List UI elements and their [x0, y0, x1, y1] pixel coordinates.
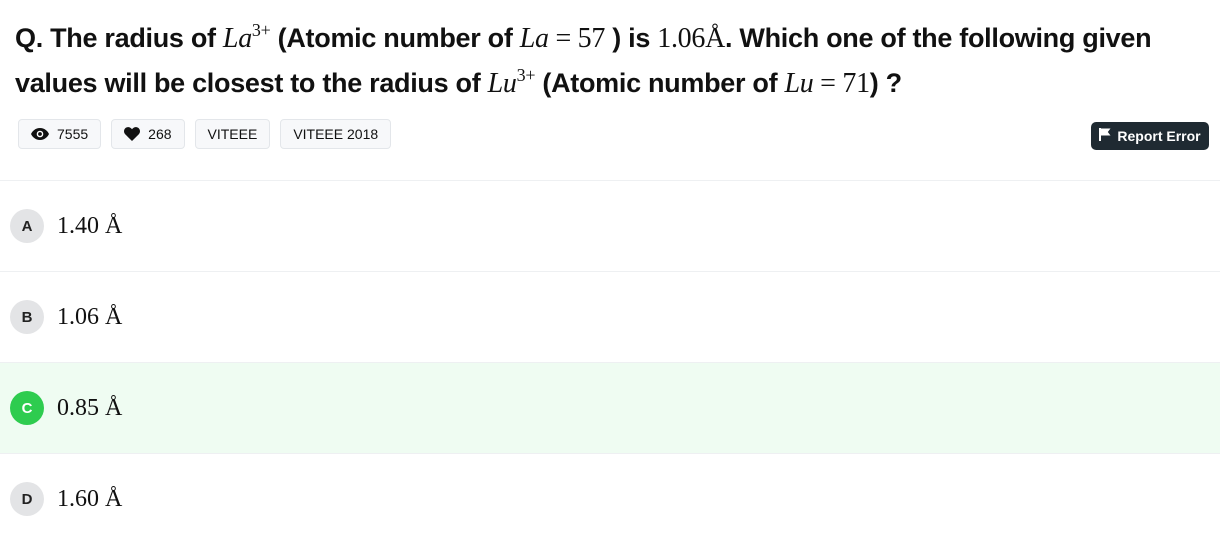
tag-chip[interactable]: VITEEE 2018 — [280, 119, 392, 149]
tag-chip[interactable]: VITEEE — [194, 119, 271, 149]
option-letter: D — [10, 482, 44, 516]
views-count: 7555 — [57, 126, 89, 142]
option-a[interactable]: A 1.40 Å — [0, 181, 1220, 271]
option-letter: C — [10, 391, 44, 425]
option-b[interactable]: B 1.06 Å — [0, 272, 1220, 362]
option-text: 1.06 Å — [57, 303, 123, 330]
question-text: Q. The radius of La3+ (Atomic number of … — [15, 20, 1152, 99]
option-text: 0.85 Å — [57, 394, 123, 421]
views-chip: 7555 — [18, 119, 102, 149]
likes-chip[interactable]: 268 — [111, 119, 185, 149]
option-text: 1.40 Å — [57, 212, 123, 239]
math-radius-value: 1.06Å — [657, 23, 726, 54]
option-letter: A — [10, 209, 44, 243]
math-ion-lu: Lu3+ — [487, 65, 536, 99]
report-error-label: Report Error — [1117, 128, 1201, 144]
math-ion-la: La3+ — [222, 20, 271, 54]
flag-icon — [1099, 128, 1111, 144]
option-letter: B — [10, 300, 44, 334]
likes-count: 268 — [148, 126, 172, 142]
heart-icon — [124, 127, 141, 141]
eye-icon — [31, 128, 49, 140]
question-meta: 7555 268 VITEEE VITEEE 2018 — [18, 119, 392, 149]
math-la-atomic-number: La = 57 — [519, 23, 606, 54]
option-text: 1.60 Å — [57, 485, 123, 512]
math-lu-atomic-number: Lu = 71 — [784, 68, 871, 99]
report-error-button[interactable]: Report Error — [1091, 122, 1209, 150]
option-c-correct[interactable]: C 0.85 Å — [0, 363, 1220, 453]
